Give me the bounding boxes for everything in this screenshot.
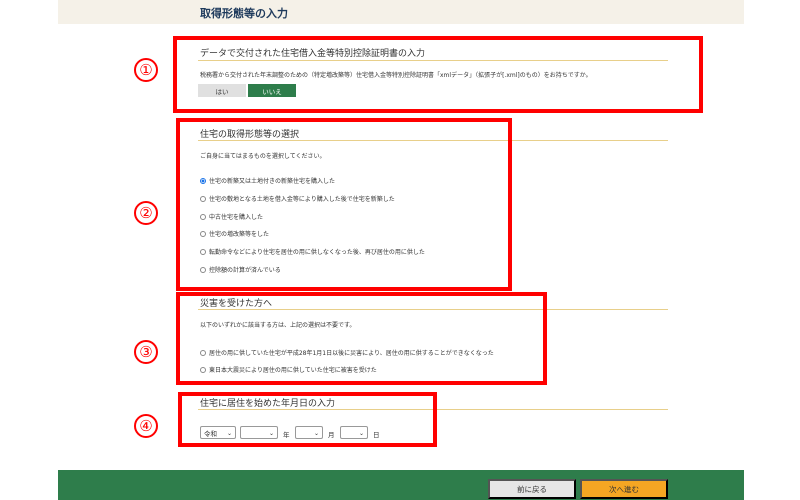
- annotation-box-3: [176, 292, 547, 385]
- annotation-box-1: [173, 36, 703, 113]
- back-button[interactable]: 前に戻る: [488, 479, 576, 499]
- page-title: 取得形態等の入力: [200, 7, 288, 20]
- marker-4: ④: [134, 414, 158, 438]
- annotation-box-2: [176, 118, 512, 291]
- annotation-box-4: [178, 392, 437, 447]
- marker-3: ③: [134, 340, 158, 364]
- next-button[interactable]: 次へ進む: [580, 479, 668, 499]
- marker-2: ②: [134, 201, 158, 225]
- marker-1: ①: [134, 58, 158, 82]
- header-bar: [58, 0, 744, 24]
